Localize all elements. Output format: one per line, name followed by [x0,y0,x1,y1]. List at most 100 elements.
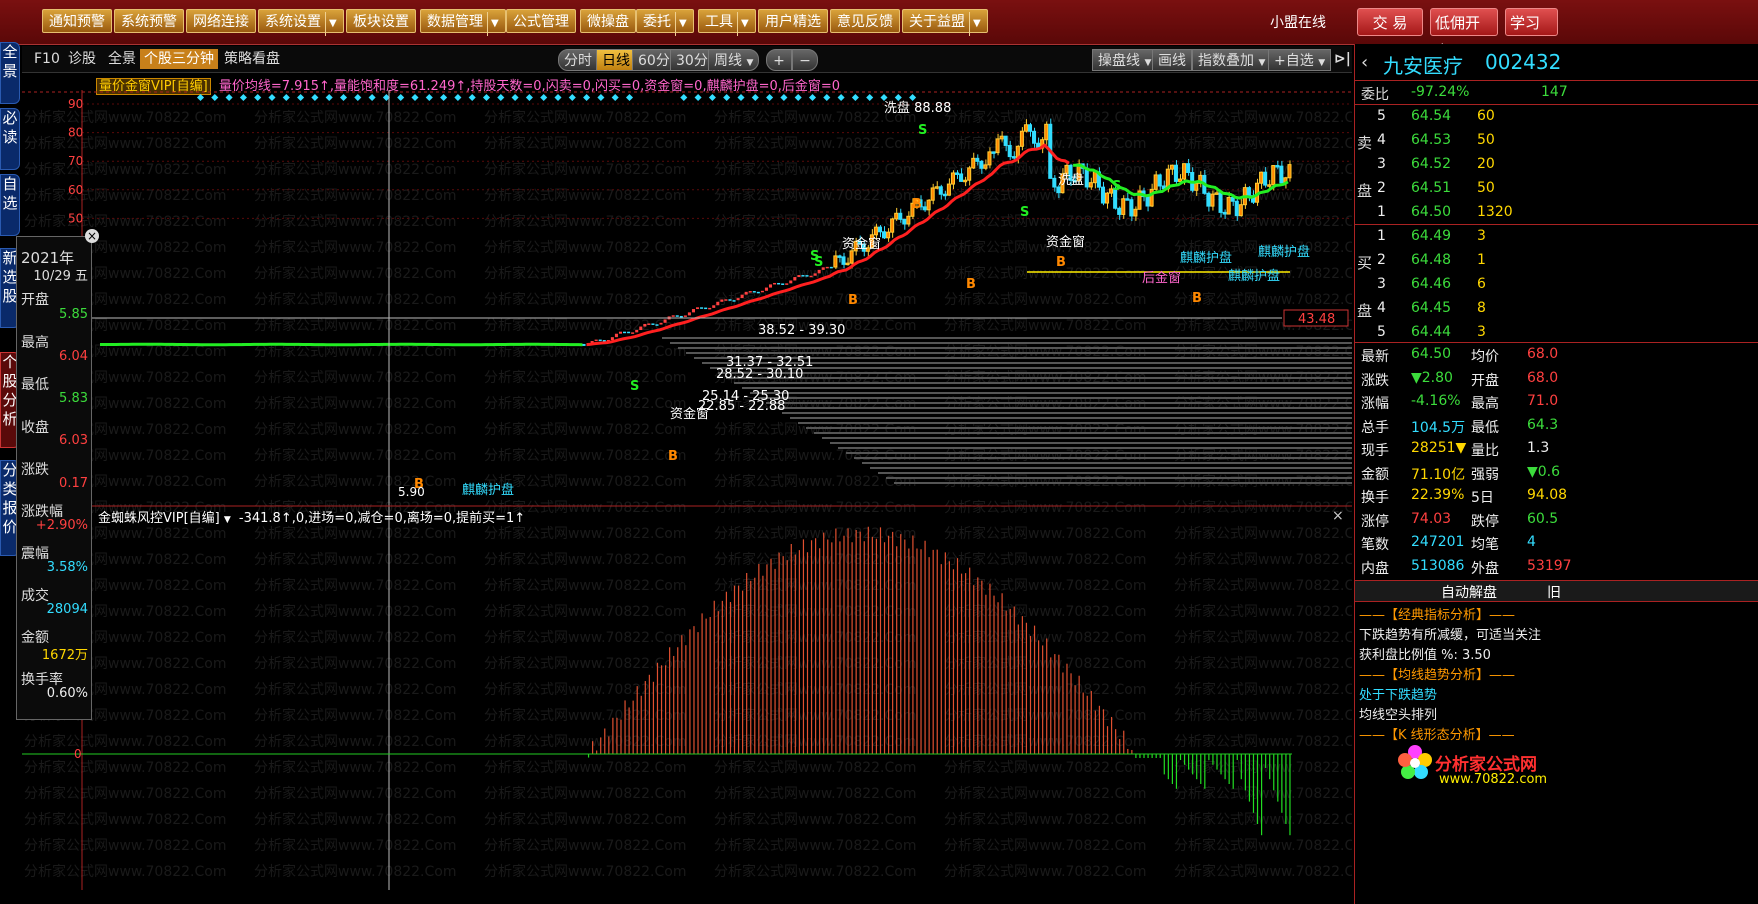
candle-body [708,307,712,310]
menu-formula-manage[interactable]: 公式管理 [506,9,576,33]
auto-analysis-right[interactable]: 旧 [1547,582,1561,602]
menu-data-manage[interactable]: 数据管理 ▼ [420,9,506,36]
sub-indicator-name[interactable]: 金蜘蛛风控VIP[自编] [98,511,220,526]
candle-body [946,183,951,196]
annot-fund-window-1: 资金窗 [842,236,881,252]
y-tick-label: 50 [68,211,83,225]
signal-diamond [851,93,859,102]
candle-body [748,291,752,293]
zoom-in-button[interactable]: + [766,49,792,71]
watermark-text: 分析家公式网www.70822.Com [714,213,916,230]
f10-button[interactable]: F10 [30,49,64,69]
menu-feedback[interactable]: 意见反馈 [830,9,900,33]
period-intraday[interactable]: 分时 [558,49,598,71]
watermark-text: 分析家公式网www.70822.Com [484,265,686,282]
popup-date: 10/29 五 [33,269,88,284]
quote-label: 最低 [1471,419,1499,436]
orderbook-volume: 8 [1477,300,1486,316]
menu-sector-settings[interactable]: 板块设置 [346,9,416,33]
watermark-text: 分析家公式网www.70822.Com [944,785,1146,802]
draw-line-button[interactable]: 画线 [1152,49,1192,71]
candle-body [1194,182,1199,191]
three-min-button[interactable]: 个股三分钟 [140,49,218,69]
diagnose-button[interactable]: 诊股 [64,49,100,69]
candle-body [732,300,736,302]
watermark-text: 分析家公式网www.70822.Com [944,499,1146,516]
watermark-text: 分析家公式网www.70822.Com [24,213,226,230]
trade-line-button[interactable]: 操盘线 ▼ [1092,49,1158,71]
menu-user-picks[interactable]: 用户精选 [758,9,828,33]
candle-body [825,266,829,269]
menu-micro-trade[interactable]: 微操盘 [580,9,636,33]
menu-entrust-label: 委托 [643,14,671,30]
watermark-text: 分析家公式网www.70822.Com [484,161,686,178]
auto-analysis-title[interactable]: 自动解盘 [1441,582,1497,602]
watermark-text: 分析家公式网www.70822.Com [484,291,686,308]
period-weekly[interactable]: 周线 ▼ [708,49,760,71]
orderbook-price: 64.54 [1411,108,1452,124]
weibi-value: -97.24% [1411,84,1470,100]
sell-signal-marker: S [630,379,639,394]
menu-network[interactable]: 网络连接 [186,9,256,33]
sell-side-label-2: 盘 [1357,182,1373,200]
trade-button[interactable]: 交 易 [1357,8,1423,36]
watermark-text: 分析家公式网www.70822.Com [944,317,1146,334]
zoom-out-button[interactable]: − [792,49,818,71]
back-icon[interactable]: ‹ [1361,52,1368,73]
candle-body [922,206,927,211]
tab-panorama[interactable]: 全景 [0,42,20,104]
close-icon[interactable]: × [85,229,99,243]
candle-body [967,167,972,181]
orderbook-price: 64.48 [1411,252,1452,268]
watermark-text: 分析家公式网www.70822.Com [944,577,1146,594]
orderbook-level: 2 [1377,252,1386,268]
candle-body [1121,198,1126,215]
strategy-button[interactable]: 策略看盘 [220,49,284,69]
menu-tools[interactable]: 工具 ▼ [698,9,756,36]
candle-body [877,226,883,233]
watermark-text: 分析家公式网www.70822.Com [254,421,456,438]
menu-notify-alert[interactable]: 通知预警 [42,9,112,33]
orderbook-volume: 3 [1477,228,1486,244]
watermark-text: 分析家公式网www.70822.Com [484,629,686,646]
price-chart[interactable]: 分析家公式网www.70822.Com 分析家公式网www.70822.Com 分析… [22,90,1352,890]
quote-value: 28251▼ [1411,440,1467,456]
candle-body [1222,211,1227,215]
tab-watchlist[interactable]: 自选 [0,174,20,236]
signal-diamond [597,93,605,102]
candle-body [720,299,724,302]
orderbook-level: 5 [1377,324,1386,340]
candle-body [833,255,838,268]
candle-body [975,157,980,162]
watermark-text: 分析家公式网www.70822.Com [714,499,916,516]
learn-button[interactable]: 学习成 [1505,8,1558,36]
watermark-text: 分析家公式网www.70822.Com [1174,499,1352,516]
menu-entrust[interactable]: 委托 ▼ [636,9,694,36]
quote-label: 量比 [1471,443,1499,459]
orderbook-volume: 1 [1477,252,1486,268]
watermark-text: 分析家公式网www.70822.Com [484,733,686,750]
watermark-text: 分析家公式网www.70822.Com [944,603,1146,620]
tab-must-read[interactable]: 必读 [0,108,20,170]
menu-system-settings[interactable]: 系统设置 ▼ [258,9,344,36]
auto-analysis-header: 自动解盘 旧 [1355,580,1758,602]
quote-value: 1.3 [1527,440,1550,456]
signal-diamond [894,93,902,102]
open-account-button[interactable]: 低佣开户 [1430,8,1498,60]
menu-system-alert[interactable]: 系统预警 [114,9,184,33]
index-overlay-button[interactable]: 指数叠加 ▼ [1192,49,1272,71]
candle-body [716,301,720,306]
add-watchlist-button[interactable]: +自选 ▼ [1268,49,1332,71]
menu-about[interactable]: 关于益盟 ▼ [902,9,988,36]
candle-body [898,212,903,220]
candle-body [1259,171,1264,184]
fullview-button[interactable]: 全景 [104,49,140,69]
period-daily[interactable]: 日线 [596,49,636,71]
divider [1355,224,1758,225]
collapse-panel-icon[interactable]: ⊳| [1330,49,1355,69]
candle-body [906,215,911,225]
close-subchart-icon[interactable]: × [1332,508,1344,524]
watermark-text: 分析家公式网www.70822.Com [484,603,686,620]
watermark-text: 分析家公式网www.70822.Com [1174,811,1352,828]
signal-diamond [354,93,362,102]
